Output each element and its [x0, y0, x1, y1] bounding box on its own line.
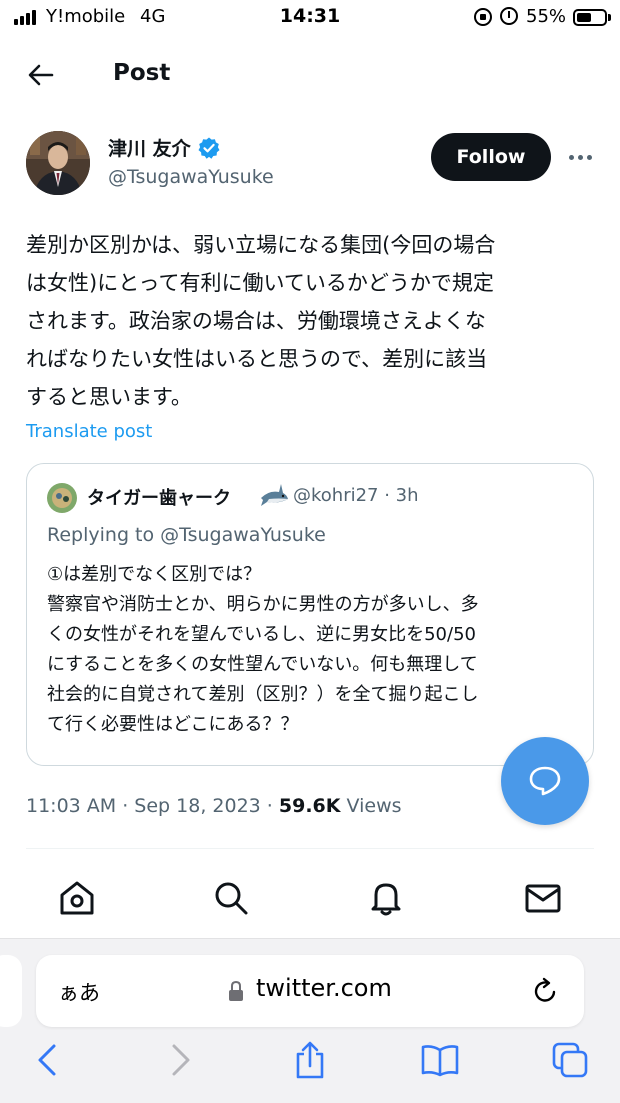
author-name-row[interactable]: 津川 友介 [108, 134, 221, 161]
alarm-icon [500, 7, 518, 25]
bottom-nav [0, 862, 620, 938]
lock-icon [229, 980, 243, 1001]
share-icon[interactable] [290, 1040, 330, 1080]
quote-avatar [47, 483, 77, 513]
forward-chevron-icon[interactable] [160, 1040, 200, 1080]
shark-emoji-icon [261, 484, 288, 506]
search-icon[interactable] [211, 878, 251, 918]
author-handle[interactable]: @TsugawaYusuke [108, 166, 274, 188]
post-timestamp[interactable]: 11:03 AM · Sep 18, 2023 · [26, 795, 279, 817]
arrow-left-icon [28, 64, 54, 86]
rotation-lock-icon [474, 8, 492, 26]
reader-settings-button[interactable]: ぁあ [58, 977, 100, 1007]
battery-icon [573, 9, 607, 26]
quote-handle-time: @kohri27 · 3h [293, 485, 419, 506]
quote-avatar-image [47, 483, 77, 513]
home-icon[interactable] [57, 878, 97, 918]
post-meta: 11:03 AM · Sep 18, 2023 · 59.6K Views [26, 795, 402, 817]
post-header: Post [0, 50, 620, 100]
tweet-text: 差別か区別かは、弱い立場になる集団(今回の場合 は女性)にとって有利に働いている… [26, 233, 496, 409]
back-chevron-icon[interactable] [28, 1040, 68, 1080]
back-button[interactable] [26, 60, 56, 90]
follow-button[interactable]: Follow [431, 133, 551, 181]
translate-post-link[interactable]: Translate post [26, 421, 152, 442]
battery-fill [577, 13, 591, 22]
battery-cap [608, 14, 611, 21]
messages-envelope-icon[interactable] [523, 878, 563, 918]
bookmarks-book-icon[interactable] [420, 1040, 460, 1080]
reload-icon[interactable] [532, 977, 560, 1005]
verified-badge-icon [198, 137, 220, 159]
avatar-image [26, 131, 90, 195]
chat-bubble-icon [529, 766, 561, 796]
quote-author-name: タイガー歯ャーク [87, 488, 231, 509]
url-text[interactable]: twitter.com [256, 974, 392, 1002]
tabs-icon[interactable] [550, 1040, 590, 1080]
compose-reply-button[interactable] [501, 737, 589, 825]
status-bar: Y!mobile 4G 14:31 55% [0, 0, 620, 36]
quote-replying-to: Replying to @TsugawaYusuke [47, 524, 326, 546]
more-options-icon[interactable] [566, 147, 594, 167]
address-bar[interactable]: ぁあ twitter.com [36, 955, 584, 1027]
quote-text: ①は差別でなく区別では？ 警察官や消防士とか、明らかに男性の方が多いし、多 くの… [47, 564, 479, 735]
author-avatar[interactable] [26, 131, 90, 195]
page-title: Post [113, 60, 171, 86]
views-count: 59.6K [278, 795, 341, 817]
notifications-bell-icon[interactable] [366, 878, 406, 918]
quoted-tweet[interactable]: タイガー歯ャーク @kohri27 · 3h Replying to @Tsug… [26, 463, 594, 766]
battery-percent: 55% [526, 6, 567, 27]
author-name[interactable]: 津川 友介 [108, 134, 191, 161]
previous-tab-peek[interactable] [0, 955, 22, 1027]
divider [26, 848, 594, 849]
views-label: Views [340, 795, 402, 817]
